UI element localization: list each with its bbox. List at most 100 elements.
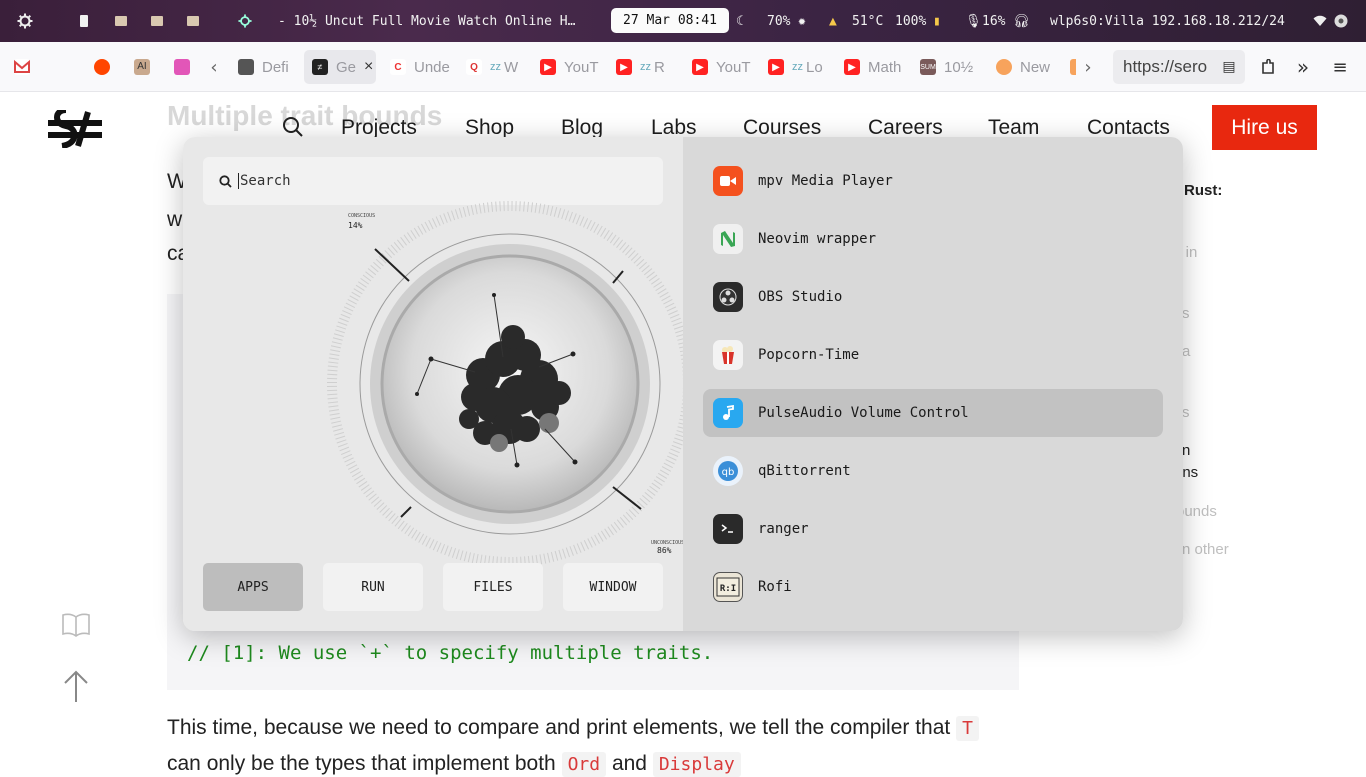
toc-item[interactable]: n other — [1182, 541, 1229, 558]
pulseaudio-icon — [713, 398, 743, 428]
mode-window-button[interactable]: WINDOW — [563, 563, 663, 611]
extensions-icon[interactable] — [1257, 56, 1279, 78]
qbittorrent-icon: qb — [713, 456, 743, 486]
toc-item[interactable]: n — [1182, 442, 1190, 459]
paragraph-line: w — [167, 208, 183, 231]
sleeping-tab-icon: zz — [640, 61, 651, 73]
app-item-pulseaudio[interactable]: PulseAudio Volume Control — [703, 389, 1163, 437]
svg-text:qb: qb — [722, 467, 735, 478]
chrome-icon[interactable] — [1334, 0, 1348, 42]
tab-5[interactable]: ▶ YouT — [538, 50, 610, 84]
search-icon — [219, 174, 232, 188]
tab-3[interactable]: C Unde — [384, 50, 456, 84]
svg-text:R:I: R:I — [720, 584, 736, 594]
decorative-sphere-art: CONSCIOUS 14% UNCONSCIOUS 86% — [313, 197, 693, 567]
c-icon: C — [390, 59, 406, 75]
brightness-icon: ✹ — [798, 13, 806, 29]
moon-icon: ☾ — [736, 13, 744, 29]
gear-icon[interactable] — [17, 0, 33, 42]
microphone-icon: 🎙︎ — [965, 13, 982, 29]
paragraph-line: can only be the types that implement bot… — [167, 752, 741, 777]
youtube-icon: ▶ — [540, 59, 556, 75]
book-icon[interactable] — [62, 612, 90, 643]
close-tab-icon[interactable]: × — [364, 58, 373, 76]
tab-overflow-icon — [1070, 59, 1076, 75]
battery-value: 100% — [895, 13, 927, 29]
terminal-icon — [713, 514, 743, 544]
hamburger-menu-icon[interactable]: ≡ — [1329, 56, 1351, 78]
toc-item[interactable]: Rust: — [1184, 182, 1222, 199]
rofi-app-list: mpv Media Player Neovim wrapper OBS Stud… — [683, 137, 1183, 631]
quora-icon: Q — [466, 59, 482, 75]
photo-tab-icon[interactable] — [174, 59, 190, 75]
tab-11[interactable]: New — [994, 50, 1058, 84]
app-item-mpv[interactable]: mpv Media Player — [703, 157, 1163, 205]
tab-10[interactable]: SUM 10½ — [918, 50, 990, 84]
sleeping-tab-icon: zz — [792, 61, 803, 73]
text-caret — [238, 173, 239, 189]
neovim-icon — [713, 224, 743, 254]
tab-1[interactable]: Defi — [230, 50, 294, 84]
youtube-icon: ▶ — [768, 59, 784, 75]
youtube-icon: ▶ — [692, 59, 708, 75]
sleeping-tab-icon: zz — [490, 61, 501, 73]
tabs-scroll-left-icon[interactable]: ‹ — [203, 56, 225, 78]
system-status-bar: - 10½ Uncut Full Movie Watch Online H… 2… — [0, 0, 1366, 42]
tab-2-active[interactable]: ≠ Ge × — [304, 50, 376, 84]
workspace-3-icon[interactable] — [151, 0, 163, 42]
app-item-rofi[interactable]: R:I Rofi — [703, 563, 1163, 611]
hire-us-button[interactable]: Hire us — [1212, 105, 1317, 150]
inline-code: Ord — [561, 752, 607, 777]
app-item-neovim[interactable]: Neovim wrapper — [703, 215, 1163, 263]
wifi-icon[interactable] — [1313, 0, 1327, 42]
battery-icon: ▮ — [933, 13, 941, 29]
site-logo-icon: ≠ — [312, 59, 328, 75]
toc-item[interactable]: a — [1182, 343, 1190, 360]
toc-item[interactable]: s — [1182, 404, 1190, 421]
app-item-popcorn-time[interactable]: Popcorn-Time — [703, 331, 1163, 379]
code-comment: // [1]: We use `+` to specify multiple t… — [187, 642, 714, 664]
rofi-left-panel: Search CONSCIOUS 14% UNCONSCIOUS 86% APP… — [183, 137, 693, 631]
popcorn-icon — [713, 340, 743, 370]
clock[interactable]: 27 Mar 08:41 — [611, 8, 729, 33]
tab-8[interactable]: ▶ zz Lo — [766, 50, 838, 84]
conscious-label: CONSCIOUS — [348, 213, 375, 219]
overflow-menu-icon[interactable]: » — [1292, 55, 1314, 79]
workspace-4-icon[interactable] — [187, 0, 199, 42]
youtube-icon: ▶ — [844, 59, 860, 75]
tab-6[interactable]: ▶ zz R — [614, 50, 688, 84]
mode-run-button[interactable]: RUN — [323, 563, 423, 611]
tab-4[interactable]: Q zz W — [462, 50, 534, 84]
rofi-launcher: Search CONSCIOUS 14% UNCONSCIOUS 86% APP… — [183, 137, 1183, 631]
workspace-2-icon[interactable] — [115, 0, 127, 42]
reader-view-icon[interactable]: ▤ — [1218, 56, 1240, 78]
gear-icon — [238, 0, 252, 42]
conscious-value: 14% — [348, 221, 363, 230]
inline-code: T — [956, 716, 979, 741]
unconscious-value: 86% — [657, 546, 672, 555]
warning-icon: ▲ — [829, 13, 837, 29]
site-logo[interactable] — [48, 107, 102, 153]
mode-apps-button[interactable]: APPS — [203, 563, 303, 611]
youtube-icon: ▶ — [616, 59, 632, 75]
movie-site-icon: SUM — [920, 59, 936, 75]
paragraph: This time, because we need to compare an… — [167, 716, 979, 741]
gmail-tab-icon[interactable] — [14, 59, 30, 75]
mic-volume-value: 16% — [982, 13, 1006, 29]
tab-7[interactable]: ▶ YouT — [690, 50, 762, 84]
workspace-1-icon[interactable] — [80, 0, 88, 42]
obs-icon — [713, 282, 743, 312]
app-item-qbittorrent[interactable]: qb qBittorrent — [703, 447, 1163, 495]
app-item-obs[interactable]: OBS Studio — [703, 273, 1163, 321]
scroll-to-top-icon[interactable] — [62, 670, 90, 709]
reddit-tab-icon[interactable] — [94, 59, 110, 75]
firefox-icon — [996, 59, 1012, 75]
active-window-title: - 10½ Uncut Full Movie Watch Online H… — [278, 13, 576, 29]
ai-tab-icon[interactable]: AI — [134, 59, 150, 75]
mode-files-button[interactable]: FILES — [443, 563, 543, 611]
tabs-scroll-right-icon[interactable]: › — [1077, 56, 1099, 78]
tab-9[interactable]: ▶ Math — [842, 50, 916, 84]
network-status: wlp6s0:Villa 192.168.18.212/24 — [1050, 13, 1285, 29]
app-item-ranger[interactable]: ranger — [703, 505, 1163, 553]
toc-item[interactable]: s — [1182, 305, 1190, 322]
